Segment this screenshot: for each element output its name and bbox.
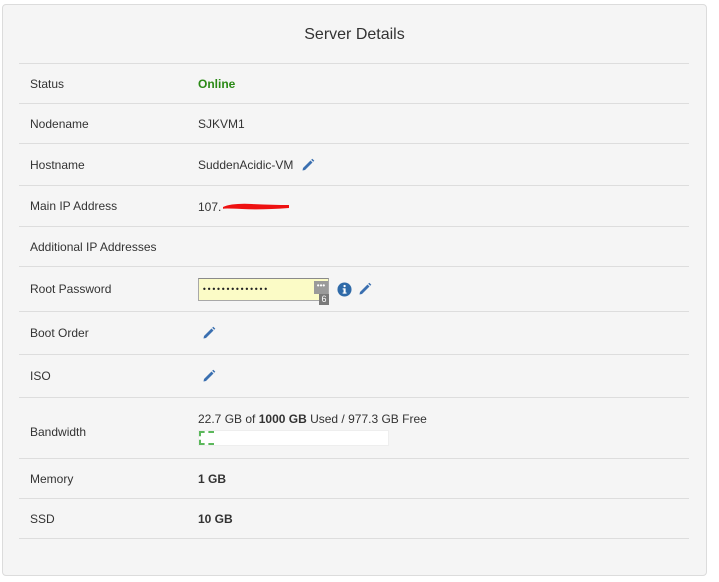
- bandwidth-progress-bar: [198, 430, 389, 446]
- row-iso: ISO: [19, 354, 689, 398]
- root-password-edit-pencil-icon[interactable]: [357, 281, 373, 297]
- hostname-value: SuddenAcidic-VM: [198, 157, 294, 172]
- root-password-field-wrapper: ••• 6: [198, 277, 329, 305]
- panel-title: Server Details: [304, 26, 405, 43]
- status-value: Online: [198, 76, 236, 91]
- nodename-value: SJKVM1: [187, 103, 689, 144]
- hostname-edit-pencil-icon[interactable]: [300, 157, 316, 173]
- root-password-label: Root Password: [19, 266, 187, 312]
- server-details-table: Status Online Nodename SJKVM1 Hostname S…: [19, 63, 689, 539]
- main-ip-label: Main IP Address: [19, 185, 187, 227]
- row-additional-ip: Additional IP Addresses: [19, 226, 689, 267]
- row-root-password: Root Password ••• 6: [19, 266, 689, 312]
- root-password-field[interactable]: [199, 278, 309, 300]
- server-details-panel: Server Details Status Online Nodename SJ…: [2, 4, 707, 576]
- bandwidth-total: 1000 GB: [258, 412, 307, 426]
- iso-edit-pencil-icon[interactable]: [201, 368, 217, 384]
- iso-label: ISO: [19, 354, 187, 398]
- row-ssd: SSD 10 GB: [19, 498, 689, 539]
- hostname-label: Hostname: [19, 143, 187, 186]
- row-memory: Memory 1 GB: [19, 458, 689, 499]
- bandwidth-used: 22.7 GB: [198, 412, 243, 426]
- bandwidth-of: of: [242, 412, 259, 426]
- row-bandwidth: Bandwidth 22.7 GB of 1000 GB Used / 977.…: [19, 397, 689, 459]
- nodename-label: Nodename: [19, 103, 187, 144]
- boot-order-edit-pencil-icon[interactable]: [201, 325, 217, 341]
- ssd-label: SSD: [19, 498, 187, 539]
- memory-value: 1 GB: [198, 471, 227, 486]
- row-nodename: Nodename SJKVM1: [19, 103, 689, 144]
- row-main-ip: Main IP Address 107.: [19, 185, 689, 227]
- additional-ip-label: Additional IP Addresses: [19, 226, 187, 267]
- additional-ip-value: [187, 226, 689, 267]
- boot-order-label: Boot Order: [19, 311, 187, 355]
- bandwidth-suffix: Used / 977.3 GB Free: [306, 412, 427, 426]
- bandwidth-progress-fill: [199, 431, 215, 445]
- root-password-info-icon[interactable]: [337, 281, 352, 297]
- status-label: Status: [19, 63, 187, 104]
- row-hostname: Hostname SuddenAcidic-VM: [19, 143, 689, 186]
- ssd-value: 10 GB: [198, 511, 233, 526]
- password-badge: 6: [319, 293, 329, 305]
- password-reveal-toggle[interactable]: •••: [314, 280, 328, 294]
- main-ip-value: 107.: [198, 199, 222, 214]
- row-status: Status Online: [19, 63, 689, 104]
- bandwidth-label: Bandwidth: [19, 397, 187, 459]
- row-boot-order: Boot Order: [19, 311, 689, 355]
- bandwidth-usage-text: 22.7 GB of 1000 GB Used / 977.3 GB Free: [198, 412, 689, 426]
- ip-redaction-mark: [223, 203, 290, 210]
- memory-label: Memory: [19, 458, 187, 499]
